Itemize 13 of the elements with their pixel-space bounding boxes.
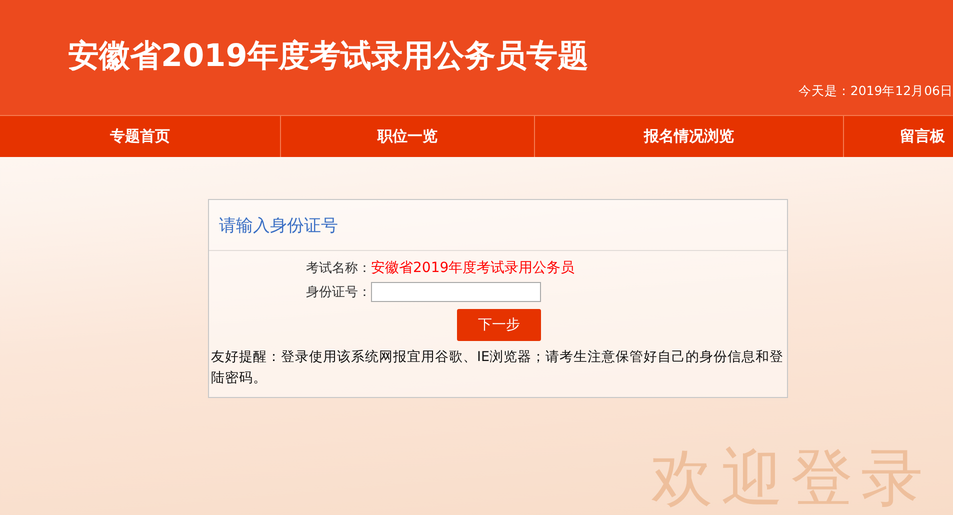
nav-link[interactable]: 专题首页 [0, 116, 280, 157]
nav-link[interactable]: 报名情况浏览 [534, 116, 843, 157]
site-title: 安徽省2019年度考试录用公务员专题 [68, 37, 588, 76]
notice-text: 友好提醒：登录使用该系统网报宜用谷歌、IE浏览器；请考生注意保管好自己的身份信息和登陆密码。 [211, 348, 785, 388]
exam-name: 安徽省2019年度考试录用公务员 [371, 259, 575, 277]
exam-label: 考试名称： [305, 260, 371, 277]
id-label: 身份证号： [305, 284, 371, 301]
nav-link[interactable]: 留言板 [843, 116, 953, 157]
id-number-field[interactable] [371, 282, 541, 302]
nav-link[interactable]: 职位一览 [280, 116, 534, 157]
current-date: 今天是：2019年12月06日 [798, 83, 953, 100]
panel-title: 请输入身份证号 [209, 200, 787, 251]
next-step-button[interactable]: 下一步 [457, 309, 541, 341]
